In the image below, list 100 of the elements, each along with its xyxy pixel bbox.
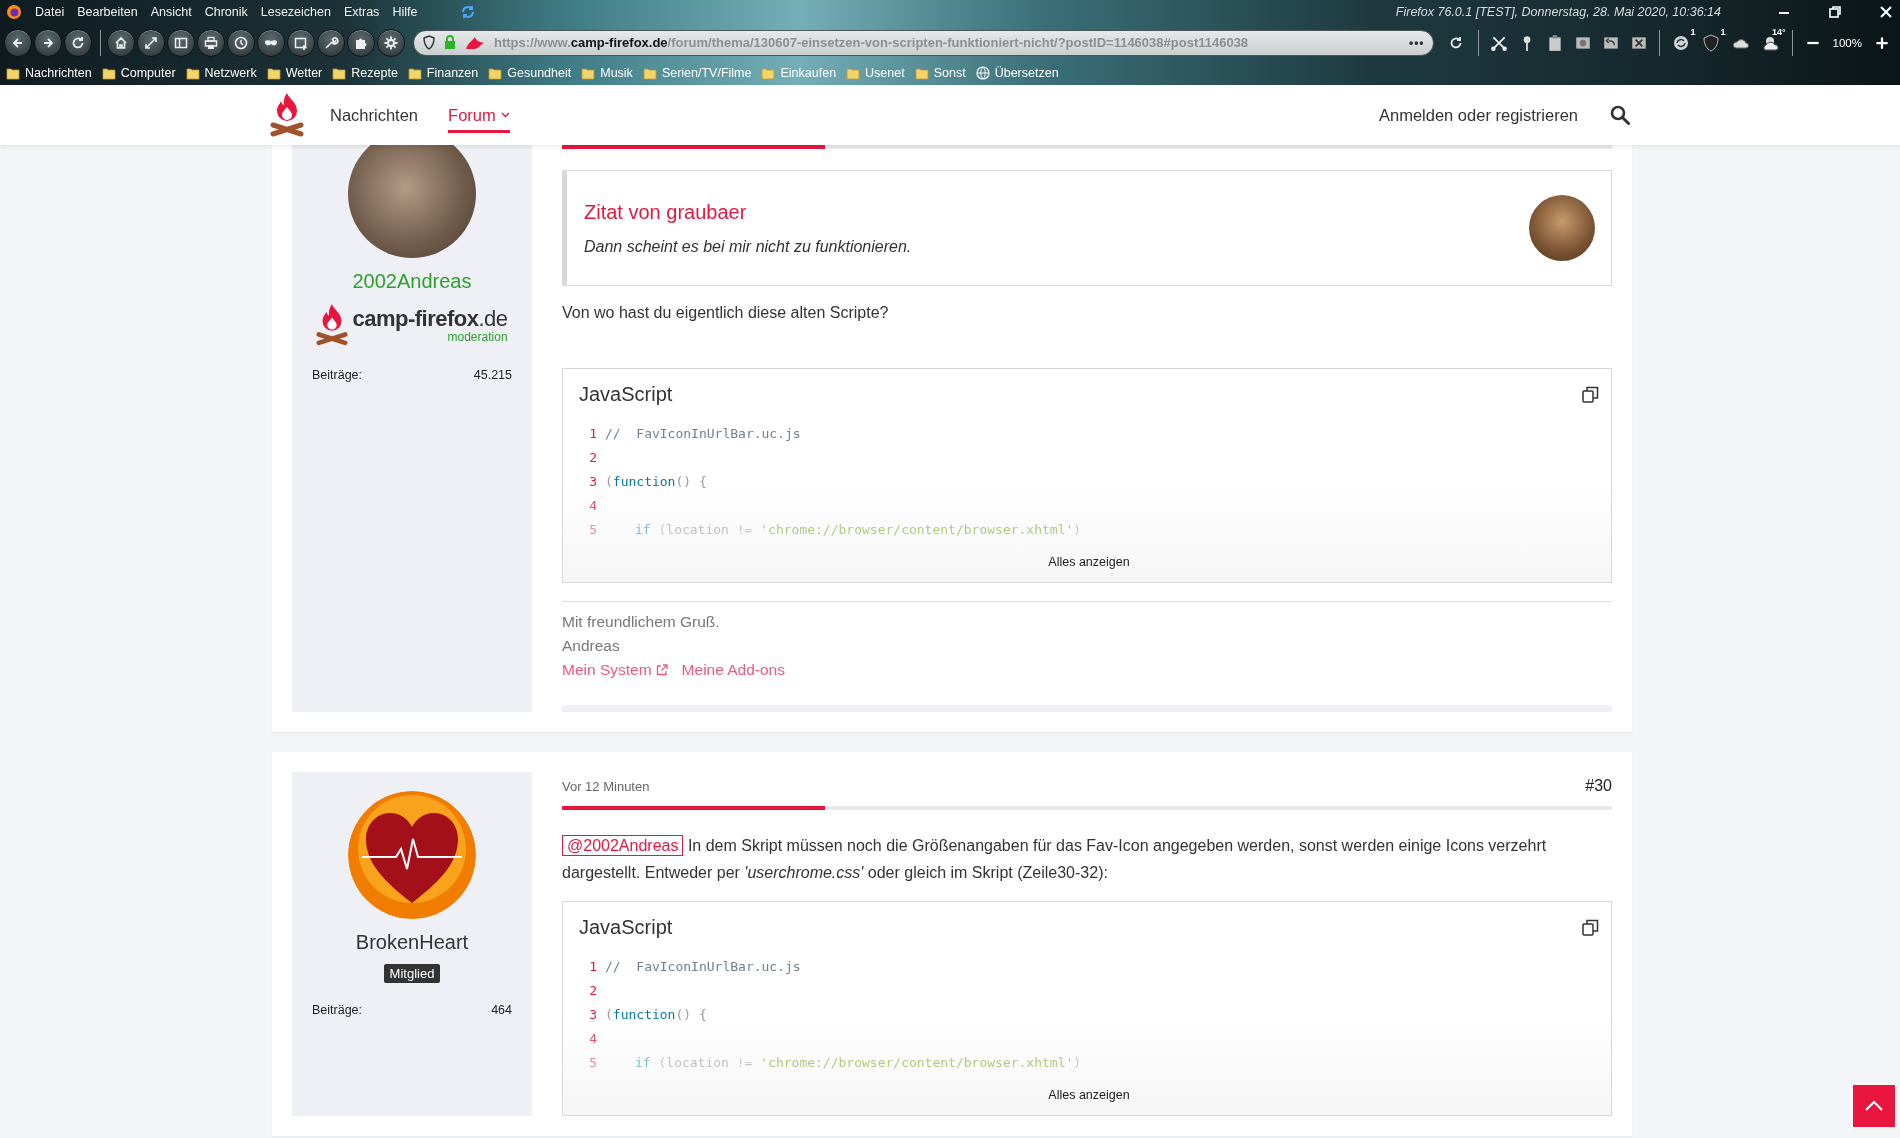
post-number[interactable]: #30	[1585, 777, 1612, 795]
rank-logo-text: camp-firefox.de	[352, 306, 508, 331]
show-all-button[interactable]: Alles anzeigen	[1048, 1088, 1130, 1102]
folder-icon	[185, 66, 200, 80]
folder-icon	[332, 66, 347, 80]
menu-item[interactable]: Lesezeichen	[260, 5, 331, 19]
globe-icon	[975, 66, 990, 80]
bookmark[interactable]: Wetter	[266, 66, 323, 80]
line-number: 1	[588, 425, 597, 441]
line-number: 4	[588, 497, 597, 513]
mask-icon[interactable]	[257, 28, 285, 57]
stat-label: Beiträge:	[312, 368, 363, 382]
line-number: 3	[588, 473, 597, 489]
puzzle-icon[interactable]	[347, 28, 375, 57]
nav-tab[interactable]: Nachrichten	[330, 85, 419, 145]
nav-tab[interactable]: Forum	[448, 85, 510, 145]
settings-icon[interactable]	[377, 28, 405, 57]
folder-icon	[101, 66, 116, 80]
folder-icon	[761, 66, 776, 80]
site-logo	[270, 91, 304, 139]
quote-text: Dann scheint es bei mir nicht zu funktionieren.	[584, 237, 913, 256]
folder-icon	[846, 66, 861, 80]
code-line: (function() {	[605, 473, 707, 489]
sidebar-icon[interactable]	[167, 28, 195, 57]
bookmark[interactable]: Musik	[581, 66, 633, 80]
extension-count-label: 1	[1690, 26, 1696, 37]
code-line: if (location != 'chrome://browser/content/browser.xhtml')	[634, 521, 1082, 537]
bookmark[interactable]: Rezepte	[332, 66, 398, 80]
menu-item[interactable]: Bearbeiten	[77, 5, 138, 19]
extension-count-label: 1	[1720, 26, 1726, 37]
bookmark[interactable]: Computer	[101, 66, 176, 80]
back-icon[interactable]	[4, 28, 32, 57]
restore-icon[interactable]	[1827, 4, 1843, 20]
line-number: 4	[588, 1030, 597, 1046]
bookmark[interactable]: Sonst	[914, 66, 966, 80]
rank-logo-icon	[316, 302, 349, 348]
menu-item[interactable]: Datei	[35, 5, 65, 19]
url-text: https://www.camp-firefox.de/forum/thema/130607-einsetzen-von-scripten-funktioniert-nicht/?postID=1146038#post1146038	[494, 35, 1249, 50]
line-number: 2	[588, 449, 597, 465]
author-name[interactable]: BrokenHeart	[355, 929, 469, 955]
bookmark[interactable]: Nachrichten	[6, 66, 92, 80]
code-line: if (location != 'chrome://browser/content/browser.xhtml')	[634, 1054, 1082, 1070]
signature-text: Mit freundlichem Gruß.	[562, 612, 721, 632]
extension-count-label: 14°	[1771, 26, 1786, 37]
folder-icon	[266, 66, 281, 80]
menu-item[interactable]: Hilfe	[392, 5, 418, 19]
copy-icon[interactable]	[1582, 385, 1599, 403]
post-date[interactable]: Vor 12 Minuten	[562, 778, 650, 794]
line-number: 5	[588, 1054, 597, 1070]
menu-item[interactable]: Ansicht	[150, 5, 192, 19]
line-number: 5	[588, 521, 597, 537]
bookmark[interactable]: Netzwerk	[185, 66, 257, 80]
close-icon[interactable]	[1878, 4, 1894, 20]
copy-icon[interactable]	[1582, 918, 1599, 936]
sync-icon[interactable]	[460, 4, 477, 20]
code-line: // FavIconInUrlBar.uc.js	[605, 425, 801, 441]
line-number: 2	[588, 982, 597, 998]
scroll-to-top-button[interactable]	[1853, 1085, 1895, 1127]
menu-item[interactable]: Extras	[343, 5, 380, 19]
line-number: 1	[588, 958, 597, 974]
folder-icon	[407, 66, 422, 80]
folder-icon	[488, 66, 503, 80]
post-text: @2002Andreas In dem Skript müssen noch die Größenangaben für das Fav-Icon angegeben werden, sonst werden einige Icons verzehrt dargestellt. Entweder per 'userchrome.css' oder gleich im Skript (Zeile30-32):	[562, 834, 1548, 883]
sync-icon	[1671, 33, 1690, 52]
code-title: JavaScript	[579, 382, 673, 406]
login-link[interactable]: Anmelden oder registrieren	[1378, 105, 1578, 125]
heart-avatar-drawing[interactable]	[348, 791, 476, 919]
folder-icon	[6, 66, 20, 80]
code-title: JavaScript	[579, 915, 673, 939]
firefox-icon[interactable]	[6, 4, 22, 20]
stat-label: Beiträge:	[312, 1003, 363, 1017]
stat-value: 45.215	[473, 368, 512, 382]
code-line: (function() {	[605, 1006, 707, 1022]
forward-icon[interactable]	[34, 28, 62, 57]
line-number: 3	[588, 1006, 597, 1022]
menu-item[interactable]: Chronik	[204, 5, 248, 19]
code-line: // FavIconInUrlBar.uc.js	[605, 958, 801, 974]
mention-link[interactable]: @2002Andreas	[562, 835, 684, 856]
shield-icon	[1701, 33, 1720, 52]
rank-badge: Mitglied	[383, 964, 441, 983]
bookmark[interactable]: Gesundheit	[488, 66, 572, 80]
show-all-button[interactable]: Alles anzeigen	[1048, 555, 1130, 569]
folder-icon	[642, 66, 657, 80]
reload-icon[interactable]	[64, 28, 92, 57]
bookmark[interactable]: Finanzen	[407, 66, 479, 80]
post-text: Von wo hast du eigentlich diese alten Scripte?	[562, 303, 890, 323]
stat-value: 464	[491, 1003, 512, 1017]
bookmark[interactable]: Übersetzen	[975, 66, 1059, 80]
zoom-level[interactable]: 100%	[1832, 36, 1862, 49]
folder-icon	[581, 66, 596, 80]
chevron-up-icon	[1864, 1100, 1884, 1112]
page-actions-menu[interactable]: •••	[1408, 35, 1425, 50]
quote-title[interactable]: Zitat von graubaer	[584, 200, 1529, 224]
shield-icon[interactable]	[422, 35, 436, 50]
window-title: Firefox 76.0.1 [TEST], Donnerstag, 28. Mai 2020, 10:36:14	[1395, 5, 1721, 19]
address-bar[interactable]: https://www.camp-firefox.de/forum/thema/130607-einsetzen-von-scripten-funktioniert-nicht/?postID=1146038#post1146038 •••	[413, 29, 1434, 56]
folder-icon	[914, 66, 929, 80]
rank-label: moderation	[447, 330, 508, 344]
search-icon[interactable]	[1610, 105, 1630, 125]
signature-text: Andreas	[562, 636, 621, 656]
